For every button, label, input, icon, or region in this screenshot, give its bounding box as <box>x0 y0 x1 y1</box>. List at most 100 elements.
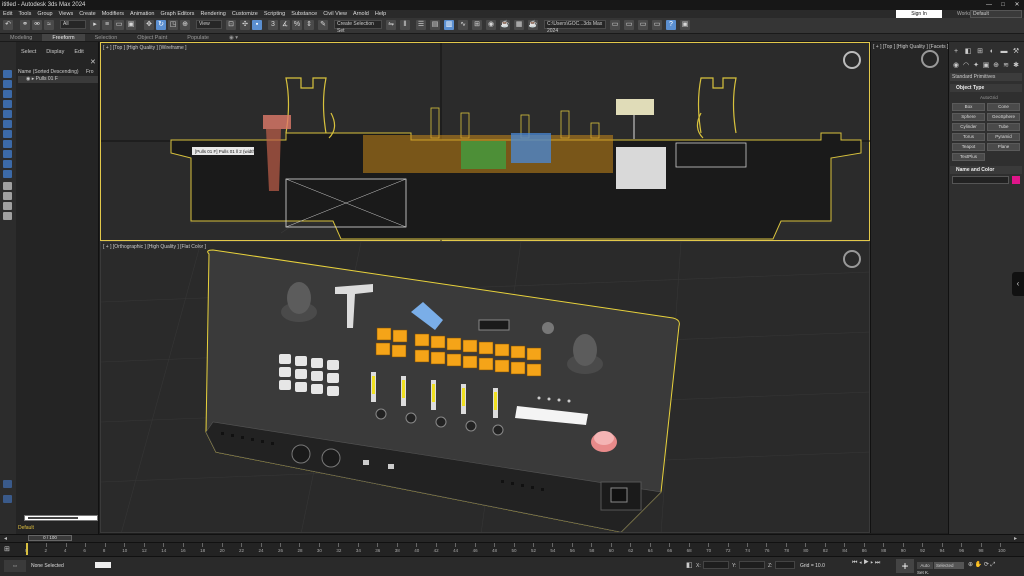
menu-modifiers[interactable]: Modifiers <box>99 10 127 18</box>
snaps-toggle-icon[interactable]: 3 <box>268 20 278 30</box>
display-groups-icon[interactable] <box>3 130 12 138</box>
list-item[interactable]: ◉ ▸ Pulls 01 F <box>18 76 98 83</box>
sign-in-button[interactable]: Sign In <box>896 10 942 18</box>
rendered-frame-window-icon[interactable]: ▦ <box>514 20 524 30</box>
isolate-icon[interactable]: ◧ <box>686 561 693 569</box>
menu-arnold[interactable]: Arnold <box>350 10 372 18</box>
hierarchy-tab-icon[interactable]: ⊞ <box>976 48 984 56</box>
reference-coordinate-dropdown[interactable]: View <box>196 20 222 29</box>
viewcube-icon[interactable] <box>843 51 861 69</box>
scene-menu-select[interactable]: Select <box>16 48 41 57</box>
textplus-button[interactable]: TextPlus <box>952 153 985 161</box>
minimize-button[interactable]: — <box>982 0 996 10</box>
render-setup-icon[interactable]: ☕ <box>500 20 510 30</box>
ribbon-toggle-icon[interactable]: ▥ <box>444 20 454 30</box>
scene-menu-edit[interactable]: Edit <box>69 48 88 57</box>
align-icon[interactable]: ⫴ <box>400 20 410 30</box>
move-icon[interactable]: ✥ <box>144 20 154 30</box>
maxscript-listener-icon[interactable]: ▭ <box>4 560 26 572</box>
workspace-dropdown[interactable]: Default <box>970 10 1022 18</box>
edit-named-selection-icon[interactable]: ✎ <box>318 20 328 30</box>
placement-icon[interactable]: ⊕ <box>180 20 190 30</box>
utilities-tab-icon[interactable]: ⚒ <box>1012 48 1020 56</box>
rotate-icon[interactable]: ↻ <box>156 20 166 30</box>
systems-icon[interactable]: ✱ <box>1012 62 1020 70</box>
geometry-icon[interactable]: ◉ <box>952 62 960 70</box>
pyramid-button[interactable]: Pyramid <box>987 133 1020 141</box>
menu-views[interactable]: Views <box>56 10 77 18</box>
menu-edit[interactable]: Edit <box>0 10 15 18</box>
filter-icon[interactable] <box>3 212 12 220</box>
shapes-icon[interactable]: ◠ <box>962 62 970 70</box>
torus-button[interactable]: Torus <box>952 133 985 141</box>
y-coordinate-field[interactable] <box>739 561 765 569</box>
menu-rendering[interactable]: Rendering <box>197 10 228 18</box>
rect-select-region-icon[interactable]: ▭ <box>114 20 124 30</box>
mirror-icon[interactable]: ⇋ <box>386 20 396 30</box>
spinner-snap-icon[interactable]: ⇕ <box>304 20 314 30</box>
display-shapes-icon[interactable] <box>3 80 12 88</box>
display-bones-icon[interactable] <box>3 150 12 158</box>
menu-scripting[interactable]: Scripting <box>261 10 288 18</box>
tab-populate[interactable]: Populate <box>177 34 219 41</box>
chevron-left-icon[interactable]: ‹ <box>1012 272 1024 296</box>
curve-editor-icon[interactable]: ∿ <box>458 20 468 30</box>
display-frozen-icon[interactable] <box>3 170 12 178</box>
menu-civil-view[interactable]: Civil View <box>320 10 350 18</box>
name-color-rollout[interactable]: Name and Color <box>950 166 1022 174</box>
render-production-icon[interactable]: ☕ <box>528 20 538 30</box>
tab-freeform[interactable]: Freeform <box>42 34 85 41</box>
material-editor-icon[interactable]: ◉ <box>486 20 496 30</box>
tab-object-paint[interactable]: Object Paint <box>127 34 177 41</box>
settings-folder-icon[interactable]: ▭ <box>652 20 662 30</box>
ribbon-options-icon[interactable]: ◉ ▾ <box>219 34 248 41</box>
viewcube-icon[interactable] <box>843 250 861 268</box>
keyboard-shortcut-override-icon[interactable]: ▪ <box>252 20 262 30</box>
help-icon[interactable]: ? <box>666 20 676 30</box>
spacewarps-icon[interactable]: ≋ <box>1002 62 1010 70</box>
menu-help[interactable]: Help <box>372 10 389 18</box>
display-invert-icon[interactable] <box>3 202 12 210</box>
close-icon[interactable]: ✕ <box>90 58 96 66</box>
x-coordinate-field[interactable] <box>703 561 729 569</box>
cameras-icon[interactable]: ▣ <box>982 62 990 70</box>
display-containers-icon[interactable] <box>3 160 12 168</box>
time-slider-prev-icon[interactable]: ◂ <box>4 535 7 542</box>
object-color-swatch[interactable] <box>1012 176 1020 184</box>
tab-selection[interactable]: Selection <box>85 34 128 41</box>
layer-toggle-icon[interactable] <box>3 480 12 488</box>
display-all-icon[interactable] <box>3 182 12 190</box>
menu-animation[interactable]: Animation <box>127 10 157 18</box>
scene-menu-display[interactable]: Display <box>41 48 69 57</box>
create-tab-icon[interactable]: + <box>952 48 960 56</box>
viewport-top-right[interactable]: [ + ] [Top ] [High Quality ] [Facets ] <box>870 42 948 533</box>
viewcube-icon[interactable] <box>921 50 939 68</box>
scene-explorer-toggle-icon[interactable]: ☰ <box>416 20 426 30</box>
open-folder-icon[interactable]: ▭ <box>624 20 634 30</box>
select-by-name-icon[interactable]: ≡ <box>102 20 112 30</box>
project-folder-icon[interactable]: ▭ <box>610 20 620 30</box>
menu-customize[interactable]: Customize <box>229 10 261 18</box>
schematic-view-icon[interactable]: ⊞ <box>472 20 482 30</box>
time-slider-track[interactable] <box>0 534 1024 542</box>
pivot-center-icon[interactable]: ⊡ <box>226 20 236 30</box>
cylinder-button[interactable]: Cylinder <box>952 123 985 131</box>
tube-button[interactable]: Tube <box>987 123 1020 131</box>
angle-snap-icon[interactable]: ∡ <box>280 20 290 30</box>
named-selection-sets-dropdown[interactable]: Create Selection Set <box>334 20 382 34</box>
menu-group[interactable]: Group <box>34 10 55 18</box>
bind-space-warp-icon[interactable]: ≈ <box>44 20 54 30</box>
mini-curve-editor-icon[interactable]: ⊞ <box>4 545 10 553</box>
project-path-dropdown[interactable]: C:\Users\GOC...3ds Max 2024 <box>544 20 606 34</box>
plane-button[interactable]: Plane <box>987 143 1020 151</box>
tab-modeling[interactable]: Modeling <box>0 34 42 41</box>
sphere-button[interactable]: Sphere <box>952 113 985 121</box>
object-type-rollout[interactable]: Object Type <box>950 84 1022 92</box>
auto-key-button[interactable]: Auto <box>917 562 933 569</box>
box-button[interactable]: Box <box>952 103 985 111</box>
layer-explorer-icon[interactable]: ▤ <box>430 20 440 30</box>
autogrid-checkbox[interactable]: AutoGrid <box>980 95 998 100</box>
select-manipulate-icon[interactable]: ✣ <box>240 20 250 30</box>
display-cameras-icon[interactable] <box>3 100 12 108</box>
menu-tools[interactable]: Tools <box>15 10 34 18</box>
